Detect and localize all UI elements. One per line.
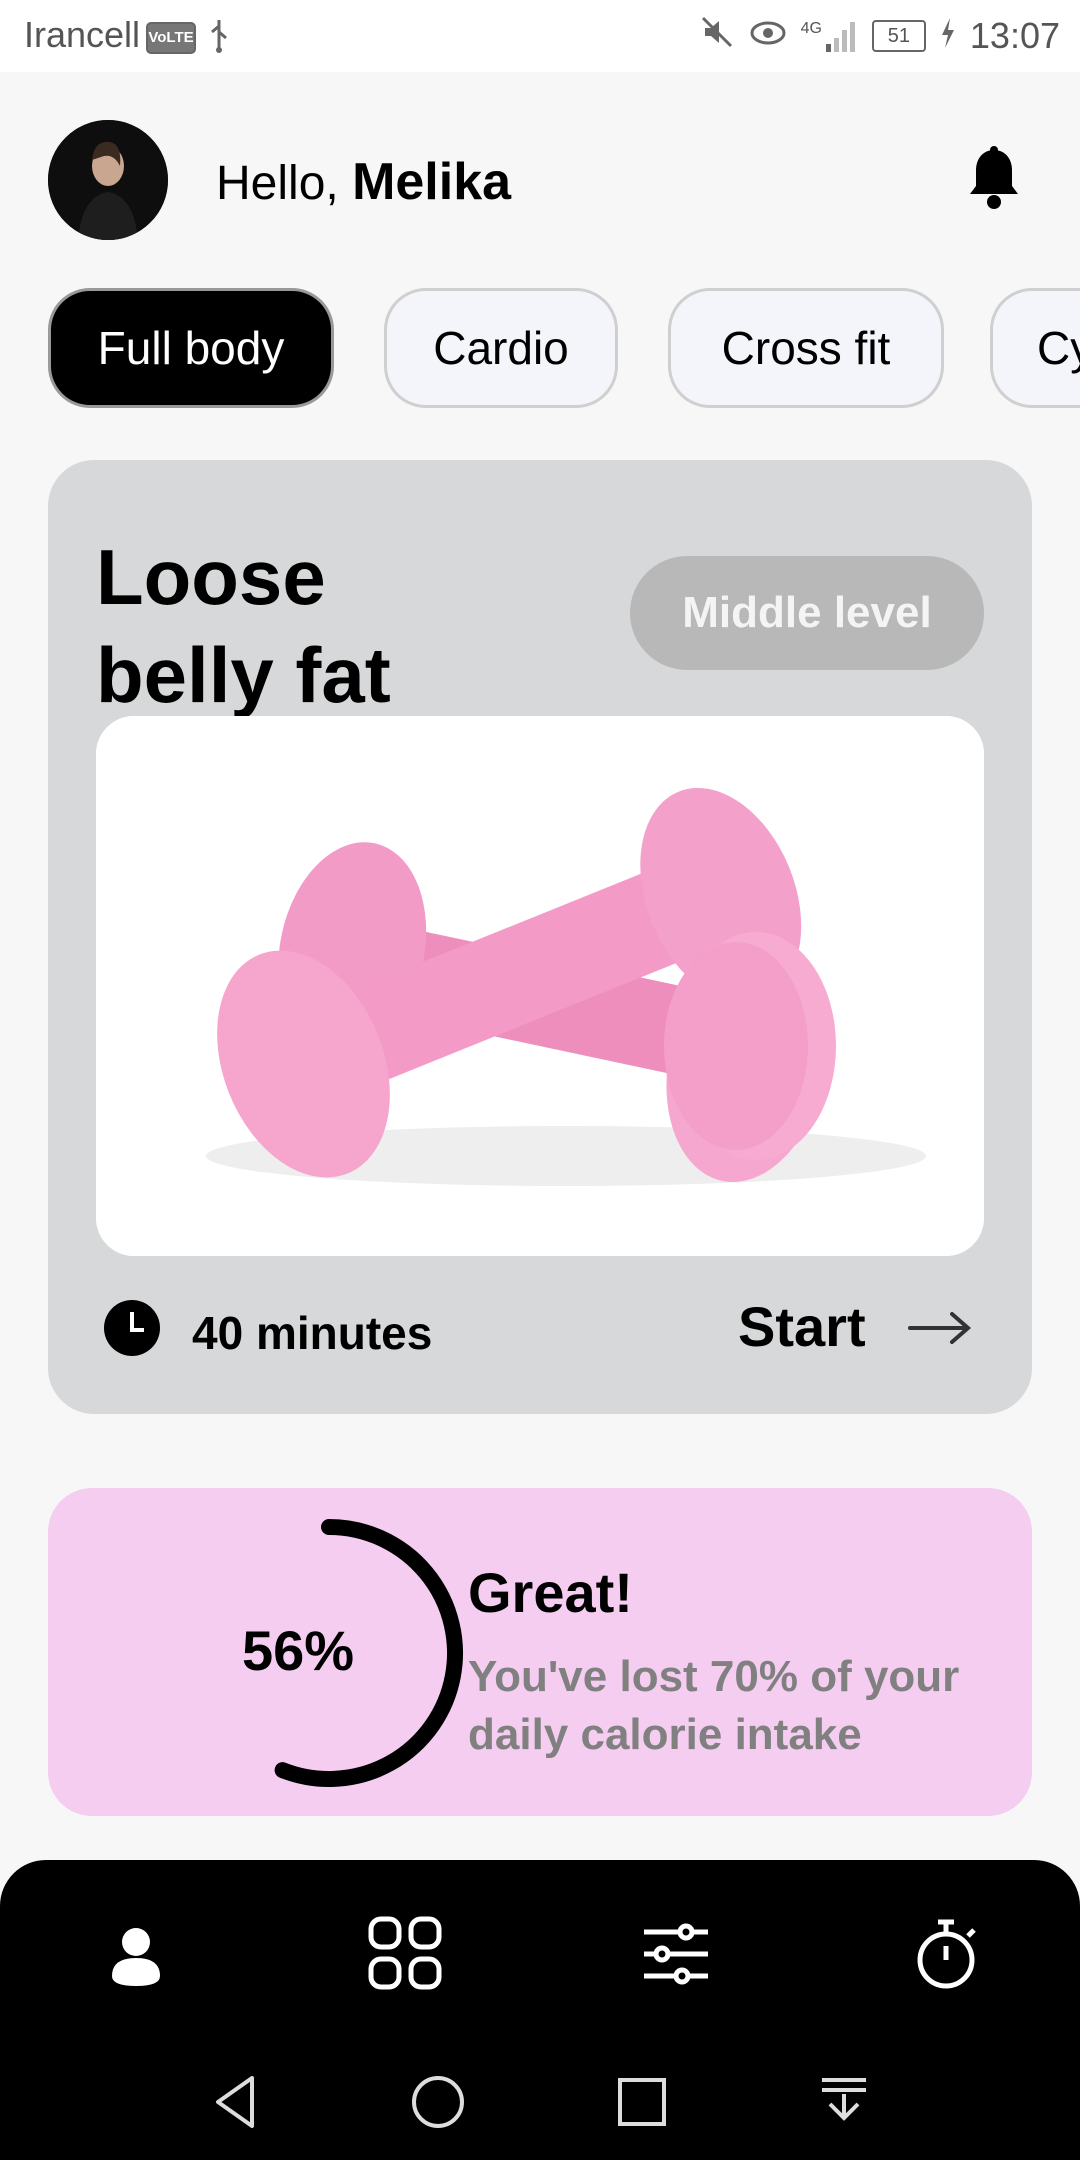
arrow-right-icon[interactable] <box>908 1308 972 1348</box>
status-bar: Irancell VoLTE 4G 51 13:07 <box>0 0 1080 72</box>
bell-icon[interactable] <box>966 146 1022 210</box>
start-button[interactable]: Start <box>738 1294 866 1359</box>
chip-cardio[interactable]: Cardio <box>384 288 618 408</box>
home-icon[interactable] <box>406 2070 470 2134</box>
chip-cycling[interactable]: Cy <box>990 288 1080 408</box>
progress-card: 56% Great! You've lost 70% of your daily… <box>48 1488 1032 1816</box>
carrier-name: Irancell <box>24 14 141 55</box>
chip-cross-fit[interactable]: Cross fit <box>668 288 944 408</box>
chip-full-body[interactable]: Full body <box>48 288 334 408</box>
grid-icon[interactable] <box>366 1914 446 1994</box>
sliders-icon[interactable] <box>636 1914 716 1994</box>
recents-icon[interactable] <box>610 2070 674 2134</box>
battery-indicator: 51 <box>871 20 926 52</box>
back-icon[interactable] <box>204 2070 268 2134</box>
avatar[interactable] <box>48 120 168 240</box>
workout-image <box>96 716 984 1256</box>
signal-icon: 4G <box>801 20 858 52</box>
charging-icon <box>940 15 956 57</box>
progress-headline: Great! <box>468 1561 633 1624</box>
profile-icon[interactable] <box>96 1914 176 1994</box>
category-chips: Full body Cardio Cross fit Cy <box>48 288 1080 412</box>
greeting: Hello, Melika <box>216 152 511 212</box>
clock-icon <box>102 1298 162 1358</box>
bottom-nav <box>0 1860 1080 2160</box>
workout-title: Loose belly fat <box>96 533 391 719</box>
greeting-text: Hello, <box>216 157 339 210</box>
eye-comfort-icon <box>749 15 787 57</box>
user-name: Melika <box>352 153 512 211</box>
progress-percent: 56% <box>241 1619 355 1682</box>
volte-badge: VoLTE <box>146 22 196 54</box>
usb-icon <box>206 18 232 54</box>
mute-icon <box>699 14 735 59</box>
dumbbells-image <box>96 716 984 1256</box>
stopwatch-icon[interactable] <box>906 1914 986 1994</box>
level-badge: Middle level <box>630 556 984 670</box>
workout-duration: 40 minutes <box>192 1307 433 1359</box>
progress-message: You've lost 70% of your daily calorie in… <box>468 1652 960 1759</box>
notification-pull-icon[interactable] <box>812 2070 876 2134</box>
workout-card[interactable]: Loose belly fat Middle level 40 minutes … <box>48 460 1032 1414</box>
clock-time: 13:07 <box>969 15 1060 56</box>
status-icons: 4G 51 13:07 <box>699 14 1060 58</box>
